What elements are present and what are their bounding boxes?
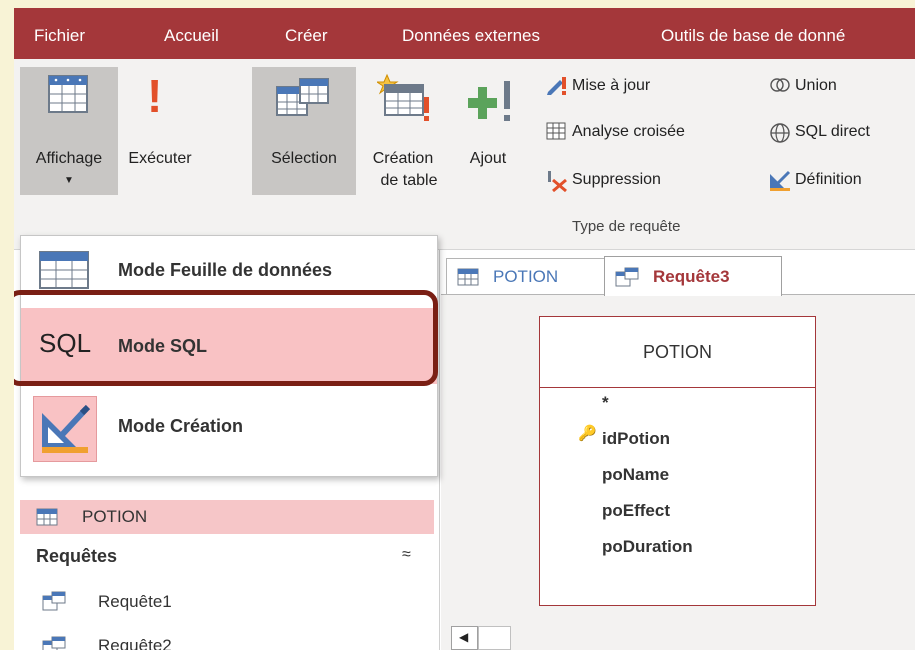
union-button[interactable]: Union <box>769 76 837 96</box>
tab-donnees-externes[interactable]: Données externes <box>402 26 540 46</box>
menu-item-datasheet-label: Mode Feuille de données <box>118 260 333 280</box>
scroll-left-button[interactable]: ◀ <box>451 626 478 650</box>
table-icon <box>457 268 479 285</box>
table-field-list-title: POTION <box>540 317 815 388</box>
delete-x-icon <box>546 170 568 193</box>
query-icon <box>615 267 639 286</box>
access-window: Fichier Accueil Créer Données externes O… <box>14 8 915 650</box>
field-all[interactable]: * <box>602 393 609 413</box>
analyse-croisee-label: Analyse croisée <box>572 123 685 140</box>
menu-item-sql-view[interactable]: SQL Mode SQL <box>21 308 437 384</box>
union-circles-icon <box>769 76 791 96</box>
doc-tab-potion[interactable]: POTION <box>446 258 608 294</box>
mise-a-jour-button[interactable]: Mise à jour <box>546 76 650 96</box>
collapse-chevrons-icon[interactable]: ≈ <box>402 546 411 564</box>
tab-outils-bdd[interactable]: Outils de base de donné <box>661 26 845 46</box>
nav-item-requete1-label: Requête1 <box>98 592 172 611</box>
make-table-icon <box>377 73 429 121</box>
queries-header: Requêtes <box>36 546 118 566</box>
ajout-label: Ajout <box>469 150 507 167</box>
crosstab-icon <box>546 122 568 142</box>
ribbon-tab-bar: Fichier Accueil Créer Données externes O… <box>14 8 915 59</box>
mise-a-jour-label: Mise à jour <box>572 77 651 94</box>
tab-accueil[interactable]: Accueil <box>164 26 219 46</box>
field-idpotion[interactable]: idPotion <box>602 429 670 449</box>
dropdown-arrow-icon: ▼ <box>64 175 74 186</box>
sql-text-icon: SQL <box>39 328 92 358</box>
de-table-label: de table <box>380 172 438 189</box>
selection-label: Sélection <box>271 150 337 167</box>
doc-tab-potion-label: POTION <box>493 266 559 286</box>
globe-icon <box>769 122 791 143</box>
datasheet-icon <box>39 251 89 289</box>
executer-button[interactable]: ! Exécuter <box>119 67 201 195</box>
doc-tab-requete3-label: Requête3 <box>653 266 730 286</box>
field-poname[interactable]: poName <box>602 465 669 485</box>
arrow-left-icon: ◀ <box>459 630 469 644</box>
definition-ruler-icon <box>769 170 791 191</box>
query-icon <box>42 636 66 650</box>
menu-item-design-label: Mode Création <box>118 416 244 436</box>
primary-key-icon: 🔑 <box>578 425 597 442</box>
query-icon <box>42 591 66 611</box>
sql-direct-button[interactable]: SQL direct <box>769 122 870 143</box>
table-icon <box>36 508 58 526</box>
creation-label: Création <box>372 150 434 167</box>
union-label: Union <box>795 77 837 94</box>
datasheet-icon <box>48 75 88 113</box>
design-icon-bg <box>33 396 97 462</box>
sql-direct-label: SQL direct <box>795 123 870 140</box>
executer-label: Exécuter <box>128 150 192 167</box>
definition-label: Définition <box>795 171 862 188</box>
affichage-dropdown-menu: Mode Feuille de données SQL Mode SQL Mod… <box>20 235 438 477</box>
menu-item-sql-label: Mode SQL <box>118 336 207 356</box>
menu-item-datasheet-view[interactable]: Mode Feuille de données <box>21 236 437 308</box>
suppression-button[interactable]: Suppression <box>546 170 661 193</box>
field-poeffect[interactable]: poEffect <box>602 501 670 521</box>
analyse-croisee-button[interactable]: Analyse croisée <box>546 122 685 142</box>
menu-item-design-view[interactable]: Mode Création <box>21 388 437 468</box>
scrollbar-track[interactable] <box>478 626 511 650</box>
select-query-icon <box>276 78 329 116</box>
creation-table-button[interactable]: Création de table <box>357 67 449 199</box>
nav-item-potion-label: POTION <box>82 507 148 526</box>
affichage-button[interactable]: Affichage ▼ <box>20 67 118 195</box>
group-label-type-requete: Type de requête <box>572 218 681 235</box>
definition-button[interactable]: Définition <box>769 170 862 191</box>
table-field-list[interactable]: POTION * 🔑 idPotion poName poEffect poDu… <box>539 316 816 606</box>
append-plus-icon <box>468 81 510 121</box>
update-pencil-icon <box>546 76 568 96</box>
tab-creer[interactable]: Créer <box>285 26 328 46</box>
doc-tab-requete3[interactable]: Requête3 <box>604 256 782 296</box>
ajout-button[interactable]: Ajout <box>452 67 524 195</box>
nav-item-potion[interactable]: POTION <box>20 500 434 534</box>
suppression-label: Suppression <box>572 171 661 188</box>
tab-fichier[interactable]: Fichier <box>34 26 85 46</box>
nav-item-requete2-label: Requête2 <box>98 636 172 650</box>
design-ruler-icon <box>42 404 91 453</box>
affichage-label: Affichage <box>35 150 103 167</box>
run-exclamation-icon: ! <box>147 70 163 122</box>
field-poduration[interactable]: poDuration <box>602 537 693 557</box>
selection-button[interactable]: Sélection <box>252 67 356 195</box>
